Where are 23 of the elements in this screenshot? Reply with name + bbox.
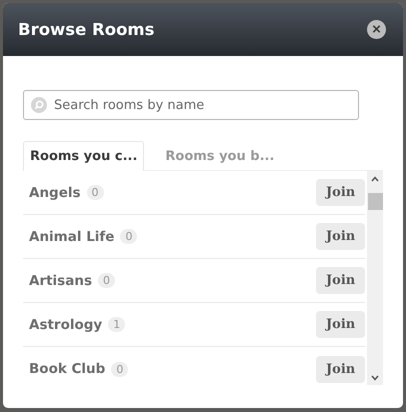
member-count: 1 [108, 317, 126, 332]
member-count: 0 [111, 362, 128, 376]
member-count: 0 [120, 229, 138, 244]
room-name: Astrology [29, 316, 102, 332]
search-field[interactable]: Search rooms by name [23, 90, 359, 120]
dialog-title: Browse Rooms [18, 20, 154, 39]
join-button[interactable]: Join [316, 311, 366, 338]
join-button[interactable]: Join [316, 267, 366, 294]
join-button[interactable]: Join [316, 223, 366, 250]
room-name: Angels [29, 184, 81, 200]
room-name: Book Club [29, 361, 106, 377]
scroll-down-icon[interactable] [371, 375, 380, 381]
close-button[interactable]: × [367, 20, 386, 39]
room-name: Artisans [29, 272, 92, 288]
member-count: 0 [98, 273, 115, 288]
join-button[interactable]: Join [316, 356, 366, 382]
scrollbar-thumb[interactable] [368, 193, 383, 210]
scrollbar[interactable] [367, 171, 383, 385]
scroll-up-icon[interactable] [371, 176, 380, 182]
join-button[interactable]: Join [316, 179, 366, 206]
member-count: 0 [86, 185, 104, 200]
room-name: Animal Life [29, 228, 114, 244]
tab[interactable]: Rooms you c... [23, 141, 144, 171]
